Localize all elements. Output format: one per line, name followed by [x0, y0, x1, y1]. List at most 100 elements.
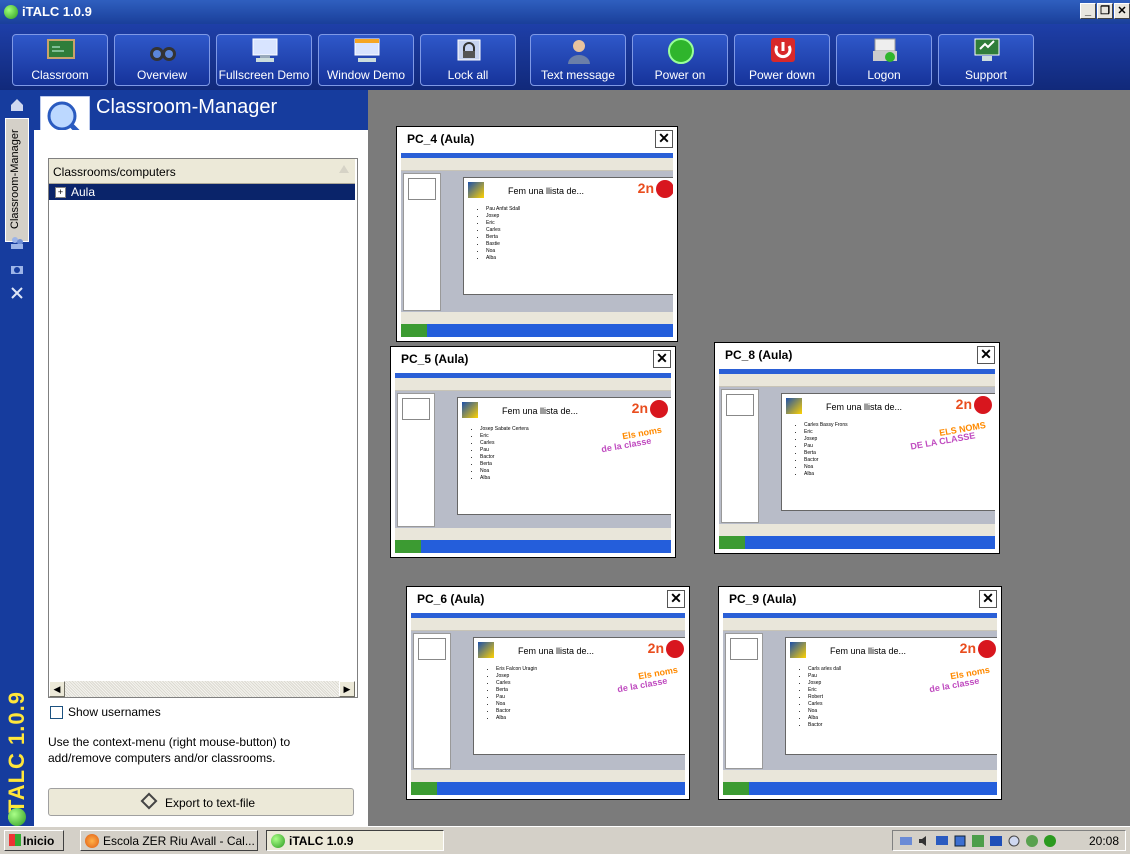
slide-list-item: Noa: [480, 468, 529, 475]
tray-ime-icon[interactable]: [971, 834, 985, 848]
snapshot-icon[interactable]: [10, 262, 24, 276]
restore-button[interactable]: ❐: [1097, 3, 1113, 19]
remote-start-button: [411, 782, 437, 795]
slide-list-item: Carles Bassy Frons: [804, 422, 848, 429]
red-circle-icon: [974, 396, 992, 414]
checkbox-box[interactable]: [50, 706, 63, 719]
slide-list-item: Berta: [480, 461, 529, 468]
slide-badge: 2n: [955, 396, 972, 412]
person-message-icon: [568, 40, 590, 64]
slide-list-item: Bactor: [808, 722, 841, 729]
slide-list-item: Eric: [804, 429, 848, 436]
horizontal-scrollbar[interactable]: ◀ ▶: [49, 681, 355, 697]
slide-list-item: Alba: [496, 715, 537, 722]
tree-item-aula[interactable]: + Aula: [49, 184, 355, 200]
slide-list: Carles Bassy FronsEricJosepPauBertaBacto…: [794, 422, 848, 478]
scroll-left-icon[interactable]: ◀: [49, 681, 65, 697]
text-message-button[interactable]: Text message: [530, 34, 626, 86]
lock-all-button[interactable]: Lock all: [420, 34, 516, 86]
remote-menu-bar: [411, 618, 685, 631]
overview-button[interactable]: Overview: [114, 34, 210, 86]
close-icon[interactable]: ✕: [667, 590, 685, 608]
remote-slide: Fem una llista de... 2n Josep Sabate Cer…: [457, 397, 671, 515]
slide-list-item: Josep: [486, 213, 520, 220]
tree-item-label: Aula: [71, 185, 96, 199]
computer-preview[interactable]: PC_5 (Aula) ✕ Fem una llista de... 2n Jo…: [390, 346, 676, 558]
slide-list-item: Noa: [808, 708, 841, 715]
tools-icon[interactable]: [10, 286, 24, 300]
close-icon[interactable]: ✕: [655, 130, 673, 148]
expand-icon[interactable]: +: [55, 187, 66, 198]
red-circle-icon: [656, 180, 673, 198]
remote-taskbar: [411, 782, 685, 795]
sort-icon: [339, 165, 349, 173]
support-button[interactable]: Support: [938, 34, 1034, 86]
brand-label: iTALC 1.0.9: [4, 690, 29, 820]
remote-screen[interactable]: Fem una llista de... 2n Josep Sabate Cer…: [395, 373, 671, 553]
tray-monitor-icon[interactable]: [935, 834, 949, 848]
slide-list-item: Alba: [808, 715, 841, 722]
logon-button[interactable]: Logon: [836, 34, 932, 86]
remote-start-button: [719, 536, 745, 549]
classroom-button[interactable]: Classroom: [12, 34, 108, 86]
power-down-button[interactable]: Power down: [734, 34, 830, 86]
tray-volume-icon[interactable]: [917, 834, 931, 848]
task-italc[interactable]: iTALC 1.0.9: [266, 830, 444, 851]
fullscreen-demo-button[interactable]: Fullscreen Demo: [216, 34, 312, 86]
fullscreen-demo-label: Fullscreen Demo: [218, 68, 310, 82]
computer-preview-header: PC_4 (Aula) ✕: [397, 127, 677, 151]
clock: 20:08: [1088, 834, 1119, 848]
window-demo-button[interactable]: Window Demo: [318, 34, 414, 86]
close-button[interactable]: ✕: [1114, 3, 1130, 19]
computer-preview[interactable]: PC_9 (Aula) ✕ Fem una llista de... 2n Ca…: [718, 586, 1002, 800]
remote-status-bar: [401, 312, 673, 324]
remote-screen[interactable]: Fem una llista de... 2n Pau Anfat SdallJ…: [401, 153, 673, 337]
computer-preview[interactable]: PC_4 (Aula) ✕ Fem una llista de... 2n Pa…: [396, 126, 678, 342]
slide-title: Fem una llista de...: [502, 406, 579, 416]
computer-preview-header: PC_8 (Aula) ✕: [715, 343, 999, 367]
remote-screen[interactable]: Fem una llista de... 2n Carls arles dall…: [723, 613, 997, 795]
lock-icon: [457, 39, 481, 61]
tray-language-icon[interactable]: [989, 834, 1003, 848]
classroom-tree[interactable]: Classrooms/computers + Aula ◀ ▶: [48, 158, 358, 698]
logon-icon: [873, 38, 897, 62]
home-icon[interactable]: [10, 98, 24, 112]
slide-list-item: Carles: [486, 227, 520, 234]
tree-header[interactable]: Classrooms/computers: [49, 159, 355, 184]
computer-preview[interactable]: PC_6 (Aula) ✕ Fem una llista de... 2n Er…: [406, 586, 690, 800]
slide-list-item: Pau: [808, 673, 841, 680]
minimize-button[interactable]: _: [1080, 3, 1096, 19]
computer-name: PC_9 (Aula): [729, 592, 797, 606]
slide-badge: 2n: [959, 640, 976, 656]
tray-sync-icon[interactable]: [1007, 834, 1021, 848]
remote-taskbar: [719, 536, 995, 549]
start-button[interactable]: Inicio: [4, 830, 64, 851]
tray-italc-icon[interactable]: [1043, 834, 1057, 848]
slide-list-item: Eris Falcon Uragin: [496, 666, 537, 673]
slide-list-item: Alba: [480, 475, 529, 482]
close-icon[interactable]: ✕: [977, 346, 995, 364]
remote-screen[interactable]: Fem una llista de... 2n Carles Bassy Fro…: [719, 369, 995, 549]
slide-list-item: Pau Anfat Sdall: [486, 206, 520, 213]
tray-network-icon[interactable]: [899, 834, 913, 848]
remote-slide: Fem una llista de... 2n Eris Falcon Urag…: [473, 637, 685, 755]
tray-globe-icon[interactable]: [1025, 834, 1039, 848]
computer-name: PC_5 (Aula): [401, 352, 469, 366]
remote-taskbar: [723, 782, 997, 795]
tray-display-icon[interactable]: [953, 834, 967, 848]
task-browser[interactable]: Escola ZER Riu Avall - Cal...: [80, 830, 258, 851]
users-icon[interactable]: [10, 236, 24, 250]
power-on-button[interactable]: Power on: [632, 34, 728, 86]
slide-title: Fem una llista de...: [826, 402, 903, 412]
remote-screen[interactable]: Fem una llista de... 2n Eris Falcon Urag…: [411, 613, 685, 795]
brand-icon: [8, 808, 26, 826]
close-icon[interactable]: ✕: [979, 590, 997, 608]
slide-title: Fem una llista de...: [518, 646, 595, 656]
tab-classroom-manager[interactable]: Classroom-Manager: [5, 118, 29, 242]
remote-start-button: [395, 540, 421, 553]
export-button[interactable]: Export to text-file: [48, 788, 354, 816]
computer-preview[interactable]: PC_8 (Aula) ✕ Fem una llista de... 2n Ca…: [714, 342, 1000, 554]
side-tab-bar: Classroom-Manager iTALC 1.0.9: [0, 90, 34, 826]
scroll-right-icon[interactable]: ▶: [339, 681, 355, 697]
close-icon[interactable]: ✕: [653, 350, 671, 368]
